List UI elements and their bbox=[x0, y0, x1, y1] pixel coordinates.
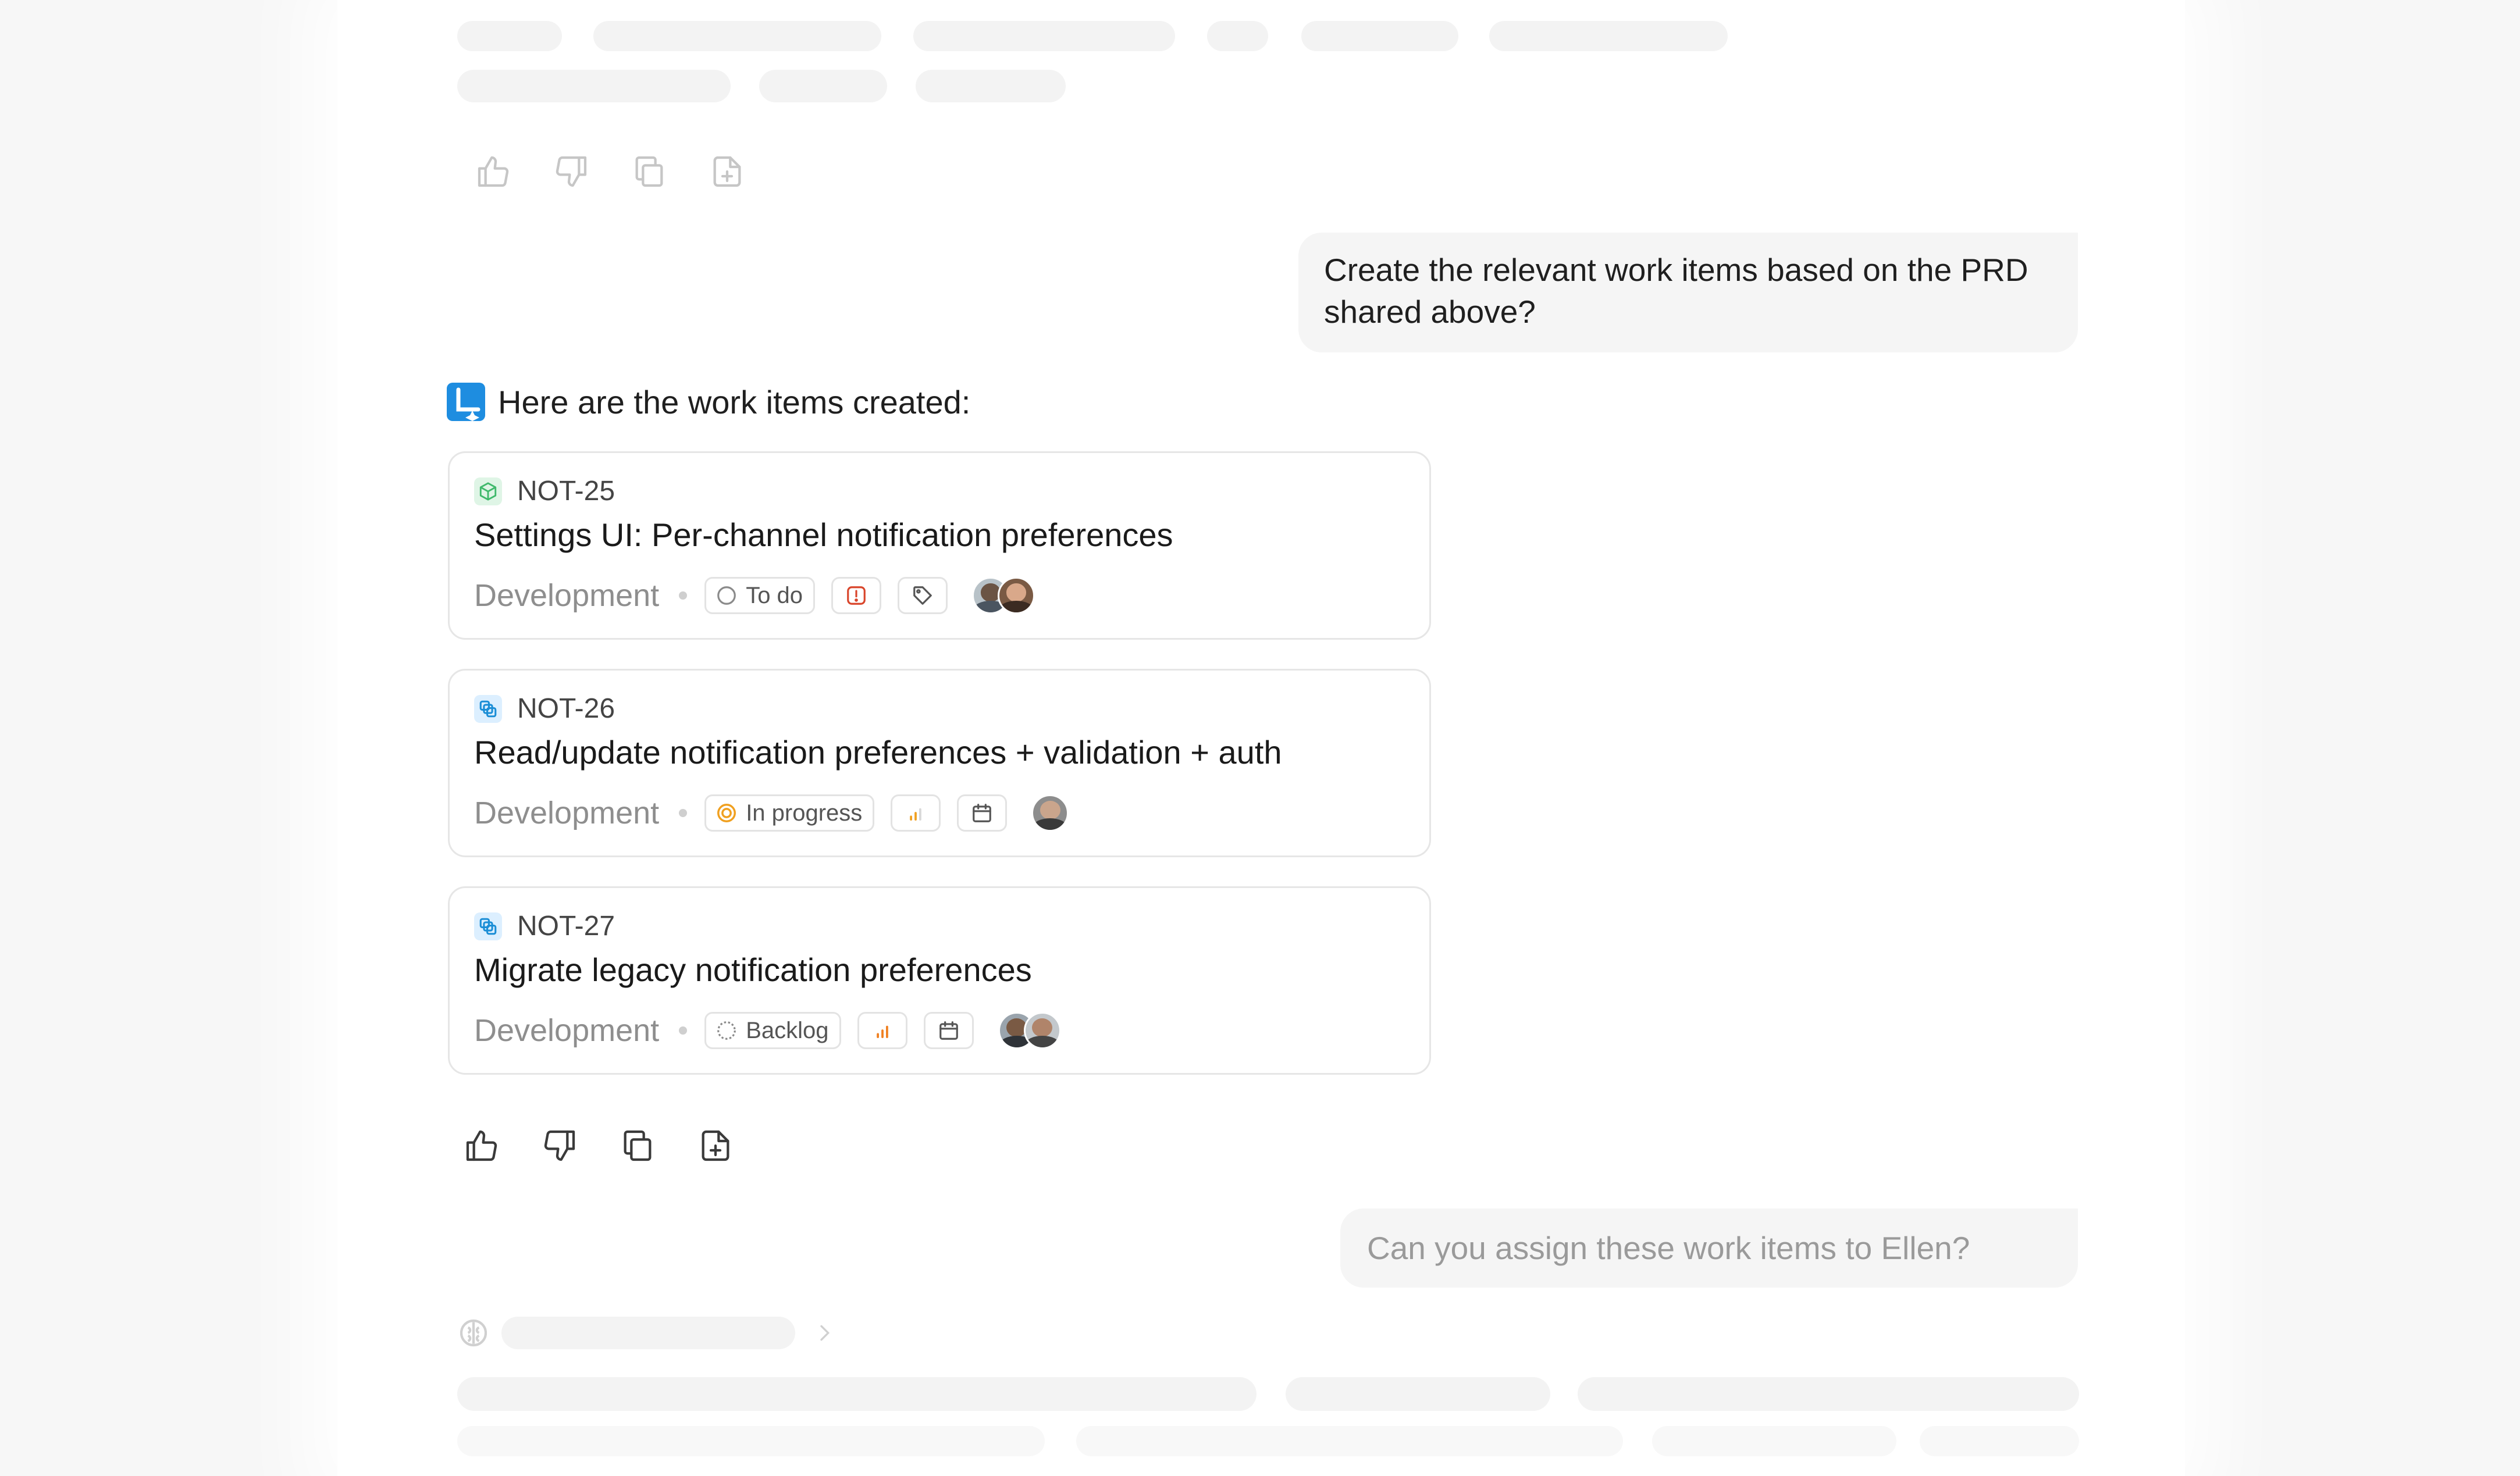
assignees[interactable] bbox=[998, 1012, 1061, 1049]
thumbs-down-button[interactable] bbox=[529, 1122, 607, 1169]
dashed-circle-icon bbox=[717, 1021, 736, 1040]
thumbs-up-button[interactable] bbox=[451, 1122, 529, 1169]
circle-outline-icon bbox=[717, 586, 736, 605]
separator-dot bbox=[679, 809, 688, 817]
project-name: Development bbox=[474, 578, 660, 613]
file-plus-icon bbox=[702, 1130, 729, 1161]
assistant-intro-text: Here are the work items created: bbox=[498, 383, 971, 420]
project-name: Development bbox=[474, 1013, 660, 1048]
copy-button[interactable] bbox=[619, 148, 697, 195]
skeleton-line bbox=[457, 1377, 1257, 1411]
layers-icon bbox=[474, 694, 502, 723]
state-dropdown[interactable]: Backlog bbox=[704, 1012, 841, 1049]
due-date-dropdown[interactable] bbox=[957, 794, 1008, 832]
skeleton-line bbox=[501, 1317, 795, 1349]
skeleton-line bbox=[457, 70, 731, 102]
skeleton-line bbox=[1301, 21, 1458, 51]
assignees[interactable] bbox=[1031, 794, 1069, 832]
work-item-id-row: NOT-27 bbox=[474, 910, 615, 942]
work-item-title: Read/update notification preferences + v… bbox=[474, 734, 1282, 771]
skeleton-line bbox=[1076, 1426, 1623, 1456]
skeleton-line bbox=[1652, 1426, 1896, 1456]
high-priority-icon bbox=[876, 1025, 888, 1038]
due-date-dropdown[interactable] bbox=[923, 1012, 974, 1049]
project-name: Development bbox=[474, 796, 660, 830]
thumbs-up-button[interactable] bbox=[463, 148, 541, 195]
work-item-id: NOT-25 bbox=[517, 476, 615, 507]
work-item-card[interactable]: NOT-25 Settings UI: Per-channel notifica… bbox=[448, 451, 1431, 640]
previous-message-actions bbox=[463, 148, 775, 195]
work-item-id: NOT-27 bbox=[517, 911, 615, 942]
work-item-properties: Development Backlog bbox=[474, 1010, 1061, 1051]
skeleton-line bbox=[1286, 1377, 1550, 1411]
thumbs-down-icon bbox=[544, 1130, 575, 1161]
labels-dropdown[interactable] bbox=[898, 577, 948, 614]
assistant-response-header: Here are the work items created: bbox=[447, 383, 970, 421]
skeleton-line bbox=[1578, 1377, 2079, 1411]
assistant-logo-icon bbox=[447, 383, 485, 421]
work-item-properties: Development To do bbox=[474, 575, 1035, 616]
state-dropdown[interactable]: To do bbox=[704, 577, 816, 614]
avatar bbox=[1031, 794, 1069, 832]
skeleton-line bbox=[593, 21, 881, 51]
priority-dropdown[interactable] bbox=[831, 577, 882, 614]
package-icon bbox=[474, 477, 502, 505]
file-plus-icon bbox=[713, 156, 741, 187]
state-label: In progress bbox=[746, 800, 863, 826]
skeleton-line bbox=[1920, 1426, 2079, 1456]
skeleton-line bbox=[457, 21, 562, 51]
work-item-title: Settings UI: Per-channel notification pr… bbox=[474, 516, 1173, 553]
calendar-icon bbox=[939, 1021, 958, 1040]
priority-dropdown[interactable] bbox=[891, 794, 941, 832]
user-message-text: Create the relevant work items based on … bbox=[1324, 252, 2028, 330]
brain-icon bbox=[460, 1319, 487, 1347]
work-item-properties: Development In progress bbox=[474, 793, 1069, 833]
state-dropdown[interactable]: In progress bbox=[704, 794, 875, 832]
separator-dot bbox=[679, 591, 688, 600]
create-page-button[interactable] bbox=[685, 1122, 763, 1169]
thumbs-up-icon bbox=[466, 1130, 497, 1161]
work-item-card[interactable]: NOT-27 Migrate legacy notification prefe… bbox=[448, 886, 1431, 1075]
skeleton-line bbox=[916, 70, 1066, 102]
in-progress-icon bbox=[717, 804, 736, 822]
tag-icon bbox=[913, 586, 932, 605]
work-item-id: NOT-26 bbox=[517, 693, 615, 724]
user-message-bubble: Create the relevant work items based on … bbox=[1298, 233, 2078, 352]
state-label: To do bbox=[746, 582, 803, 608]
work-item-title: Migrate legacy notification preferences bbox=[474, 951, 1032, 988]
separator-dot bbox=[679, 1026, 688, 1035]
skeleton-line bbox=[457, 1426, 1045, 1456]
skeleton-line bbox=[913, 21, 1175, 51]
skeleton-line bbox=[1489, 21, 1728, 51]
user-message-bubble: Can you assign these work items to Ellen… bbox=[1340, 1208, 2078, 1288]
thinking-indicator bbox=[457, 1317, 836, 1349]
avatar bbox=[998, 577, 1035, 614]
priority-dropdown[interactable] bbox=[857, 1012, 907, 1049]
copy-icon bbox=[635, 156, 663, 187]
skeleton-line bbox=[759, 70, 887, 102]
medium-priority-icon bbox=[910, 808, 922, 821]
avatar bbox=[1023, 1012, 1061, 1049]
skeleton-line bbox=[1207, 21, 1268, 51]
state-label: Backlog bbox=[746, 1017, 829, 1043]
copy-button[interactable] bbox=[607, 1122, 685, 1169]
copy-icon bbox=[624, 1130, 652, 1161]
urgent-priority-icon bbox=[847, 586, 866, 605]
thumbs-down-icon bbox=[556, 156, 587, 187]
calendar-icon bbox=[973, 804, 992, 822]
work-item-id-row: NOT-25 bbox=[474, 475, 615, 507]
create-page-button[interactable] bbox=[697, 148, 775, 195]
thumbs-down-button[interactable] bbox=[541, 148, 619, 195]
work-item-id-row: NOT-26 bbox=[474, 693, 615, 725]
user-message-text: Can you assign these work items to Ellen… bbox=[1367, 1230, 1970, 1266]
layers-icon bbox=[474, 912, 502, 940]
work-item-card[interactable]: NOT-26 Read/update notification preferen… bbox=[448, 669, 1431, 857]
chevron-right-icon bbox=[820, 1325, 830, 1341]
response-actions bbox=[451, 1122, 763, 1169]
assignees[interactable] bbox=[972, 577, 1035, 614]
thumbs-up-icon bbox=[478, 156, 509, 187]
